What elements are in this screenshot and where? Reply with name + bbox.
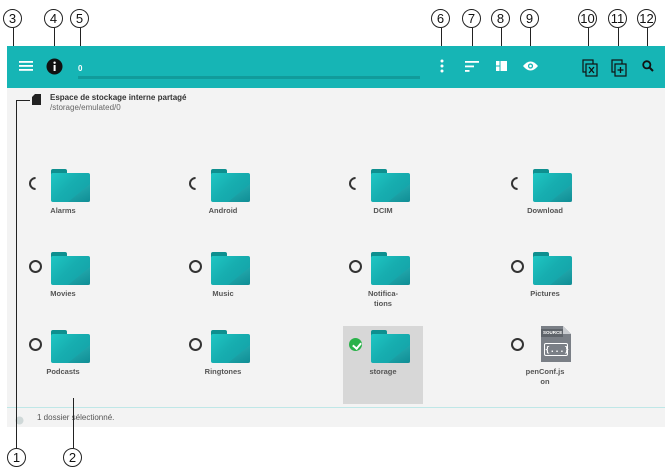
folder-item[interactable]: Movies — [23, 248, 103, 326]
folder-item[interactable]: Pictures — [505, 248, 585, 326]
callout-11: 11 — [608, 9, 627, 28]
folder-item[interactable]: Notifica-tions — [343, 248, 423, 326]
select-checkbox[interactable] — [511, 338, 524, 351]
folder-icon — [533, 252, 572, 285]
source-file-icon: SOURCE {...} — [541, 326, 571, 362]
folder-icon — [51, 330, 90, 363]
folder-icon — [371, 169, 410, 202]
select-checkbox[interactable] — [346, 174, 365, 193]
callout-4: 4 — [44, 9, 63, 28]
select-checkbox[interactable] — [189, 260, 202, 273]
folder-item[interactable]: storage — [343, 326, 423, 404]
leader-2 — [73, 398, 74, 448]
select-checkbox[interactable] — [189, 338, 202, 351]
file-type-badge: SOURCE — [543, 330, 563, 335]
item-label-line: penConf.js — [525, 367, 565, 376]
app-toolbar — [7, 46, 665, 88]
folder-icon — [211, 169, 250, 202]
callout-6: 6 — [431, 9, 450, 28]
status-text: 1 dossier sélectionné. — [37, 413, 115, 422]
select-checkbox[interactable] — [511, 260, 524, 273]
select-all-icon[interactable] — [610, 58, 628, 78]
storage-path: /storage/emulated/0 — [50, 103, 121, 112]
sd-card-icon — [30, 93, 42, 105]
item-label-line: storage — [369, 367, 397, 376]
item-label: Android — [183, 206, 263, 216]
item-label-line: Movies — [50, 289, 76, 298]
select-checkbox[interactable] — [29, 338, 42, 351]
item-label-line: Notifica- — [368, 289, 398, 298]
leader-1 — [16, 100, 17, 448]
folder-icon — [533, 169, 572, 202]
selection-count: 0 — [78, 64, 83, 73]
select-checkbox[interactable] — [508, 174, 527, 193]
select-checkbox[interactable] — [349, 260, 362, 273]
item-label-line-2: on — [540, 377, 550, 386]
item-label: Podcasts — [23, 367, 103, 377]
item-label: Movies — [23, 289, 103, 299]
file-glyph: {...} — [544, 343, 570, 356]
search-icon[interactable] — [640, 58, 656, 74]
item-label: Alarms — [23, 206, 103, 216]
item-label-line: Download — [527, 206, 563, 215]
menu-icon[interactable] — [18, 58, 34, 74]
item-label-line: Android — [208, 206, 238, 215]
item-label: storage — [343, 367, 423, 377]
item-label: Ringtones — [183, 367, 263, 377]
item-label: Pictures — [505, 289, 585, 299]
callout-8: 8 — [491, 9, 510, 28]
folder-item[interactable]: Podcasts — [23, 326, 103, 404]
deselect-icon[interactable] — [581, 58, 599, 78]
select-checkbox[interactable] — [26, 174, 45, 193]
view-icon[interactable] — [494, 58, 508, 74]
item-label: Notifica-tions — [343, 289, 423, 309]
item-label: penConf.js on — [505, 367, 585, 387]
folder-icon — [371, 252, 410, 285]
item-label-line: Pictures — [530, 289, 560, 298]
folder-icon — [371, 330, 410, 363]
folder-icon — [211, 252, 250, 285]
folder-item[interactable]: Download — [505, 165, 585, 243]
callout-2: 2 — [63, 448, 82, 467]
info-icon[interactable] — [45, 57, 63, 75]
callout-5: 5 — [70, 9, 89, 28]
callout-10: 10 — [578, 9, 597, 28]
folder-item[interactable]: Music — [183, 248, 263, 326]
more-vert-icon[interactable] — [437, 58, 447, 74]
callout-1: 1 — [7, 448, 26, 467]
callout-9: 9 — [520, 9, 539, 28]
callout-3: 3 — [3, 9, 22, 28]
select-checkbox[interactable] — [349, 338, 362, 351]
item-label: Music — [183, 289, 263, 299]
item-label-line: Podcasts — [46, 367, 80, 376]
folder-item[interactable]: Ringtones — [183, 326, 263, 404]
item-label-line: DCIM — [373, 206, 393, 215]
storage-name: Espace de stockage interne partagé — [50, 93, 187, 102]
folder-item[interactable]: DCIM — [343, 165, 423, 243]
item-label-line-2: tions — [374, 299, 392, 308]
callout-12: 12 — [637, 9, 656, 28]
folder-icon — [51, 169, 90, 202]
leader-1-tick — [16, 100, 30, 101]
folder-item[interactable]: Android — [183, 165, 263, 243]
folder-icon — [211, 330, 250, 363]
select-checkbox[interactable] — [29, 260, 42, 273]
item-label: Download — [505, 206, 585, 216]
item-label: DCIM — [343, 206, 423, 216]
path-progress-bar — [78, 76, 420, 79]
item-label-line: Alarms — [50, 206, 76, 215]
callout-7: 7 — [462, 9, 481, 28]
select-checkbox[interactable] — [186, 174, 205, 193]
file-item[interactable]: SOURCE {...} penConf.js on — [505, 326, 585, 404]
sort-icon[interactable] — [464, 58, 480, 74]
item-label-line: Music — [212, 289, 234, 298]
eye-icon[interactable] — [522, 58, 538, 74]
folder-item[interactable]: Alarms — [23, 165, 103, 243]
item-label-line: Ringtones — [204, 367, 242, 376]
folder-icon — [51, 252, 90, 285]
